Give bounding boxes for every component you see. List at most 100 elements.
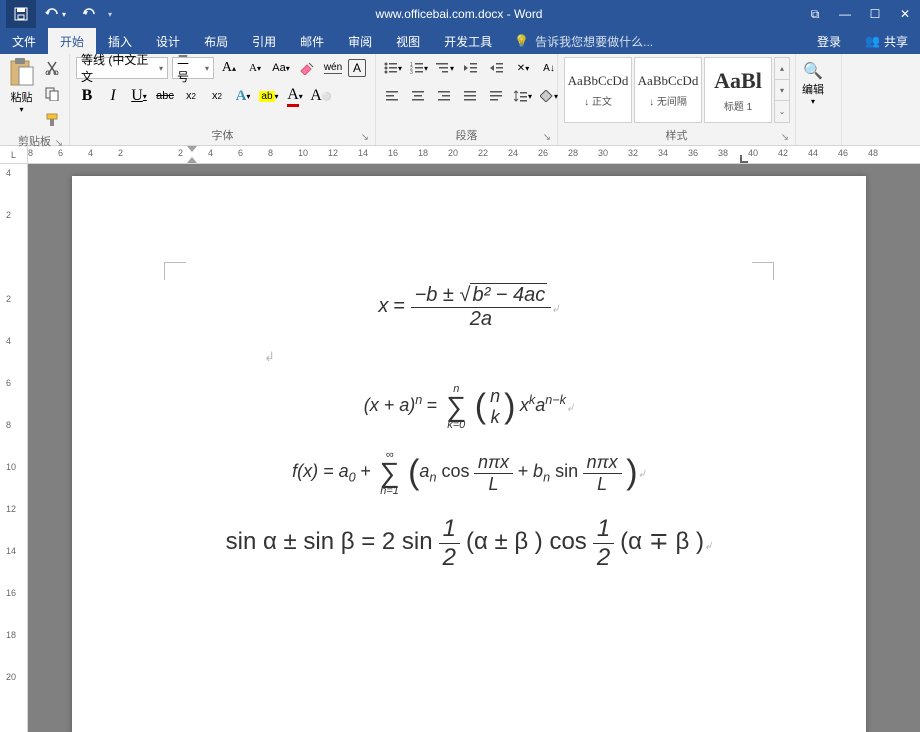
justify-button[interactable] [460,85,482,107]
tab-references[interactable]: 引用 [240,28,288,54]
numbering-button[interactable]: 123▾ [408,57,430,79]
decrease-indent-button[interactable] [460,57,482,79]
group-font: 等线 (中文正文▾ 二号▾ A▴ A▾ Aa▾ wén A B I U▾ abc… [70,54,376,145]
margin-corner-tl [164,262,186,280]
ribbon: 粘贴 ▾ 剪贴板↘ 等线 (中文正文▾ 二号▾ A▴ A▾ Aa▾ wé [0,54,920,146]
document-title: www.officebai.com.docx - Word [118,7,800,21]
sort-button[interactable]: A↓ [538,57,560,79]
style-normal[interactable]: AaBbCcDd↓ 正文 [564,57,632,123]
lightbulb-icon: 💡 [514,34,529,48]
highlight-button[interactable]: ab▾ [258,85,280,107]
styles-launcher[interactable]: ↘ [781,132,789,143]
tell-me-search[interactable]: 💡 告诉我您想要做什么... [504,28,805,54]
asian-layout-button[interactable]: ✕▾ [512,57,534,79]
signin-button[interactable]: 登录 [805,33,853,50]
hanging-indent-marker[interactable] [187,157,197,163]
ruler-horizontal-row: L 86422468101214161820222426283032343638… [0,146,920,164]
svg-text:3: 3 [410,70,413,74]
save-button[interactable] [6,0,36,28]
change-case-button[interactable]: Aa▾ [270,57,292,79]
group-clipboard: 粘贴 ▾ 剪贴板↘ [0,54,70,145]
cut-button[interactable] [41,57,63,79]
multilevel-list-button[interactable]: ▾ [434,57,456,79]
clear-formatting-button[interactable] [296,57,318,79]
document-page[interactable]: x = −b ± √b² − 4ac 2a ↲ ↲ (x + a)n = n∑k… [72,176,866,732]
paste-button[interactable]: 粘贴 ▾ [6,57,37,114]
char-border-button[interactable]: A [348,59,366,77]
quick-access-toolbar: ▾ ▾ [0,0,118,28]
increase-indent-button[interactable] [486,57,508,79]
window-controls: ⧉ — ☐ ✕ [800,0,920,28]
equation-fourier[interactable]: f(x) = a0 + ∞∑n=1 (an cos nπxL + bn sin … [168,449,770,497]
equation-quadratic[interactable]: x = −b ± √b² − 4ac 2a ↲ [168,284,770,331]
strikethrough-button[interactable]: abc [154,85,176,107]
font-color-button[interactable]: A▾ [284,85,306,107]
style-no-spacing[interactable]: AaBbCcDd↓ 无间隔 [634,57,702,123]
title-bar: ▾ ▾ www.officebai.com.docx - Word ⧉ — ☐ … [0,0,920,28]
align-right-button[interactable] [434,85,456,107]
styles-gallery: AaBbCcDd↓ 正文 AaBbCcDd↓ 无间隔 AaBl标题 1 ▴ ▾ … [564,57,790,123]
paragraph-group-label: 段落 [456,130,478,142]
ribbon-options-button[interactable]: ⧉ [800,0,830,28]
tab-file[interactable]: 文件 [0,28,48,54]
minimize-button[interactable]: — [830,0,860,28]
styles-expand[interactable]: ⌄ [775,101,789,122]
document-scroll-area[interactable]: x = −b ± √b² − 4ac 2a ↲ ↲ (x + a)n = n∑k… [28,164,920,732]
undo-button[interactable]: ▾ [40,0,70,28]
close-button[interactable]: ✕ [890,0,920,28]
line-spacing-button[interactable]: ▾ [512,85,534,107]
font-launcher[interactable]: ↘ [361,132,369,143]
styles-scroll-down[interactable]: ▾ [775,80,789,102]
align-center-button[interactable] [408,85,430,107]
styles-gallery-scroll: ▴ ▾ ⌄ [774,57,790,123]
styles-group-label: 样式 [666,130,688,142]
group-paragraph: ▾ 123▾ ▾ ✕▾ A↓ ¶ ▾ ▾ ▾ [376,54,558,145]
shrink-font-button[interactable]: A▾ [244,57,266,79]
equation-trig-sum[interactable]: sin α ± sin β = 2 sin 12 (α ± β ) cos 12… [168,515,770,572]
paste-label: 粘贴 [11,89,33,105]
tab-view[interactable]: 视图 [384,28,432,54]
distribute-button[interactable] [486,85,508,107]
workspace: 422468101214161820 x = −b ± √b² − 4ac 2a… [0,164,920,732]
tab-mailings[interactable]: 邮件 [288,28,336,54]
grow-font-button[interactable]: A▴ [218,57,240,79]
tell-me-placeholder: 告诉我您想要做什么... [535,33,653,50]
font-family-combo[interactable]: 等线 (中文正文▾ [76,57,168,79]
style-heading1[interactable]: AaBl标题 1 [704,57,772,123]
group-editing: 🔍 编辑 ▾ [796,54,842,145]
right-indent-marker[interactable] [740,155,748,163]
paragraph-mark: ↲ [168,349,770,365]
equation-binomial[interactable]: (x + a)n = n∑k=0 (nk) xkan−k↲ [168,383,770,431]
underline-button[interactable]: U▾ [128,85,150,107]
bullets-button[interactable]: ▾ [382,57,404,79]
ruler-horizontal[interactable]: 8642246810121416182022242628303234363840… [28,146,920,163]
font-group-label: 字体 [212,130,234,142]
maximize-button[interactable]: ☐ [860,0,890,28]
superscript-button[interactable]: x2 [206,85,228,107]
styles-scroll-up[interactable]: ▴ [775,58,789,80]
share-button[interactable]: 👥 共享 [857,33,916,50]
shading-button[interactable]: ▾ [538,85,560,107]
paragraph-launcher[interactable]: ↘ [543,132,551,143]
format-painter-button[interactable] [41,109,63,131]
ruler-vertical[interactable]: 422468101214161820 [0,164,28,732]
find-button[interactable]: 🔍 编辑 ▾ [802,57,824,106]
align-left-button[interactable] [382,85,404,107]
phonetic-guide-button[interactable]: wén [322,57,344,79]
text-effects-button[interactable]: A▾ [232,85,254,107]
search-icon: 🔍 [803,61,823,81]
italic-button[interactable]: I [102,85,124,107]
bold-button[interactable]: B [76,85,98,107]
group-styles: AaBbCcDd↓ 正文 AaBbCcDd↓ 无间隔 AaBl标题 1 ▴ ▾ … [558,54,796,145]
margin-corner-tr [752,262,774,280]
first-line-indent-marker[interactable] [187,146,197,152]
copy-button[interactable] [41,83,63,105]
redo-button[interactable] [74,0,104,28]
subscript-button[interactable]: x2 [180,85,202,107]
char-shading-button[interactable]: A⚪ [310,85,332,107]
share-label: 共享 [884,33,908,50]
font-size-combo[interactable]: 二号▾ [172,57,214,79]
tab-review[interactable]: 审阅 [336,28,384,54]
tab-developer[interactable]: 开发工具 [432,28,504,54]
share-icon: 👥 [865,34,880,48]
